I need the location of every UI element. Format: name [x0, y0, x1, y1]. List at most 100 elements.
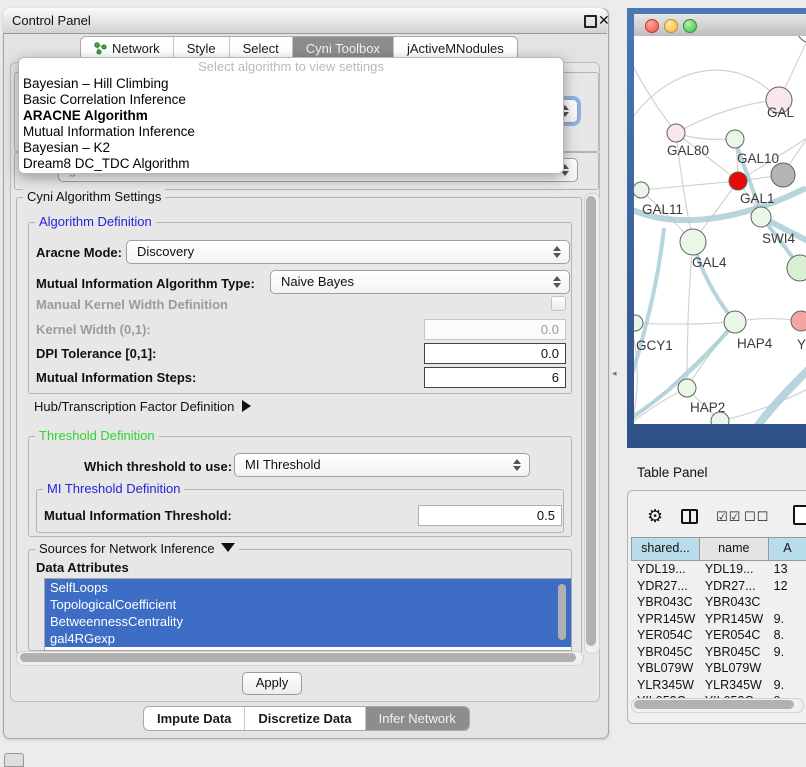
network-node[interactable] — [787, 255, 806, 281]
network-node[interactable] — [678, 379, 696, 397]
table-cell: YLR345W — [631, 677, 699, 694]
close-icon[interactable]: ✕ — [598, 12, 610, 29]
window-minimize-icon[interactable] — [664, 19, 678, 33]
network-node[interactable] — [634, 182, 649, 198]
algorithm-option[interactable]: Bayesian – Hill Climbing — [19, 76, 563, 92]
table-cell: YER054C — [699, 627, 768, 644]
network-canvas[interactable]: GALGAL80GAL10GAL1GAL11SWI4GAL4GCY1HAP4YH… — [634, 36, 806, 424]
network-node[interactable] — [751, 207, 771, 227]
algorithm-dropdown-popup: Select algorithm to view settings Bayesi… — [18, 57, 564, 174]
sources-title-text: Sources for Network Inference — [39, 541, 215, 556]
data-attributes-list[interactable]: SelfLoopsTopologicalCoefficientBetweenne… — [44, 578, 572, 651]
table-row[interactable]: YDR27...YDR27...12 — [631, 578, 806, 595]
table-row[interactable]: YER054CYER054C8. — [631, 627, 806, 644]
table-settings-gear-icon[interactable]: ⚙ — [647, 507, 663, 525]
mi-type-value: Naive Bayes — [281, 274, 354, 289]
attribute-list-item[interactable]: TopologicalCoefficient — [45, 596, 571, 613]
export-table-icon[interactable] — [793, 505, 806, 525]
which-threshold-combo[interactable]: MI Threshold — [234, 453, 530, 477]
algorithm-option[interactable]: Basic Correlation Inference — [19, 92, 563, 108]
hub-definition-expander[interactable]: Hub/Transcription Factor Definition — [34, 399, 251, 414]
network-graph: GALGAL80GAL10GAL1GAL11SWI4GAL4GCY1HAP4YH… — [634, 36, 806, 424]
algorithm-option[interactable]: Dream8 DC_TDC Algorithm — [19, 156, 563, 172]
table-cell: YBL079W — [631, 660, 699, 677]
network-node[interactable] — [771, 163, 795, 187]
table-cell: YPR145W — [631, 611, 699, 628]
node-table-header: shared...nameA — [631, 537, 806, 561]
algorithm-option[interactable]: Mutual Information Inference — [19, 124, 563, 140]
tab-infer-network-label: Infer Network — [379, 707, 456, 730]
network-node[interactable] — [729, 172, 747, 190]
network-node-label: GAL — [767, 105, 795, 120]
window-close-icon[interactable] — [645, 19, 659, 33]
network-node-label: GAL80 — [667, 143, 709, 158]
network-node[interactable] — [680, 229, 706, 255]
table-row[interactable]: YBR043CYBR043C — [631, 594, 806, 611]
settings-hscrollbar-thumb[interactable] — [20, 653, 576, 662]
attributes-scrollbar-thumb[interactable] — [558, 584, 566, 640]
mi-type-combo[interactable]: Naive Bayes — [270, 270, 570, 294]
network-node[interactable] — [726, 130, 744, 148]
attribute-list-item[interactable]: SelfLoops — [45, 579, 571, 596]
deselect-all-columns-icon[interactable]: ☐☐ — [744, 509, 769, 525]
table-row[interactable]: YBR045CYBR045C9. — [631, 644, 806, 661]
sources-group-title[interactable]: Sources for Network Inference — [35, 541, 239, 557]
network-node[interactable] — [791, 311, 806, 331]
table-cell: YPR145W — [699, 611, 768, 628]
table-panel-title: Table Panel — [637, 465, 708, 480]
table-column-header[interactable]: name — [699, 538, 768, 560]
table-cell: 12 — [768, 578, 806, 595]
network-node-label: GAL10 — [737, 151, 779, 166]
node-table: shared...nameA YDL19...YDL19...13YDR27..… — [631, 537, 806, 701]
table-cell: YDL19... — [699, 561, 768, 578]
network-node[interactable] — [724, 311, 746, 333]
algorithm-dropdown-list: Bayesian – Hill ClimbingBasic Correlatio… — [19, 76, 563, 173]
attribute-list-item[interactable]: gal4RGexp — [45, 630, 571, 647]
panel-divider-arrow[interactable]: ◂ — [612, 368, 617, 379]
kernel-width-label: Kernel Width (0,1): — [36, 322, 151, 337]
node-table-body: YDL19...YDL19...13YDR27...YDR27...12YBR0… — [631, 561, 806, 701]
manual-kernel-checkbox[interactable] — [551, 296, 566, 311]
float-window-icon[interactable] — [584, 15, 597, 28]
table-cell: YBL079W — [699, 660, 768, 677]
kernel-width-field[interactable]: 0.0 — [424, 319, 566, 340]
table-column-header[interactable]: shared... — [631, 538, 699, 560]
expander-right-icon — [242, 400, 251, 412]
tab-impute-data-label: Impute Data — [157, 707, 231, 730]
network-node[interactable] — [667, 124, 685, 142]
network-node-label: GAL4 — [692, 255, 727, 270]
attribute-list-item[interactable]: BetweennessCentrality — [45, 613, 571, 630]
table-column-header[interactable]: A — [768, 538, 806, 560]
column-layout-icon[interactable] — [681, 509, 698, 524]
algorithm-option[interactable]: Bayesian – K2 — [19, 140, 563, 156]
mi-steps-field[interactable]: 6 — [424, 367, 566, 388]
apply-button[interactable]: Apply — [242, 672, 302, 695]
table-row[interactable]: YBL079WYBL079W — [631, 660, 806, 677]
dpi-tolerance-field[interactable]: 0.0 — [424, 343, 566, 364]
table-cell — [768, 660, 806, 677]
table-cell: YDR27... — [631, 578, 699, 595]
table-row[interactable]: YLR345WYLR345W9. — [631, 677, 806, 694]
algorithm-option[interactable]: ARACNE Algorithm — [19, 108, 563, 124]
tab-discretize-data[interactable]: Discretize Data — [244, 707, 364, 730]
table-row[interactable]: YDL19...YDL19...13 — [631, 561, 806, 578]
network-node-label: GAL1 — [740, 191, 775, 206]
aracne-mode-combo[interactable]: Discovery — [126, 240, 570, 264]
table-row[interactable]: YPR145WYPR145W9. — [631, 611, 806, 628]
mi-threshold-field[interactable]: 0.5 — [418, 505, 562, 526]
control-panel-titlebar: Control Panel — [3, 8, 607, 34]
expander-down-icon — [221, 543, 235, 552]
docked-panel-button[interactable] — [4, 753, 24, 767]
settings-vscrollbar-thumb[interactable] — [586, 196, 596, 646]
table-hscrollbar-thumb[interactable] — [634, 700, 794, 709]
select-all-columns-icon[interactable]: ☑☑ — [716, 509, 741, 525]
window-zoom-icon[interactable] — [683, 19, 697, 33]
network-node[interactable] — [634, 315, 643, 331]
tab-impute-data[interactable]: Impute Data — [144, 707, 244, 730]
network-window-titlebar[interactable] — [634, 14, 806, 37]
table-cell — [768, 594, 806, 611]
manual-kernel-label: Manual Kernel Width Definition — [36, 297, 228, 312]
network-node[interactable] — [797, 36, 806, 43]
mi-steps-label: Mutual Information Steps: — [36, 370, 196, 385]
tab-infer-network[interactable]: Infer Network — [365, 707, 469, 730]
